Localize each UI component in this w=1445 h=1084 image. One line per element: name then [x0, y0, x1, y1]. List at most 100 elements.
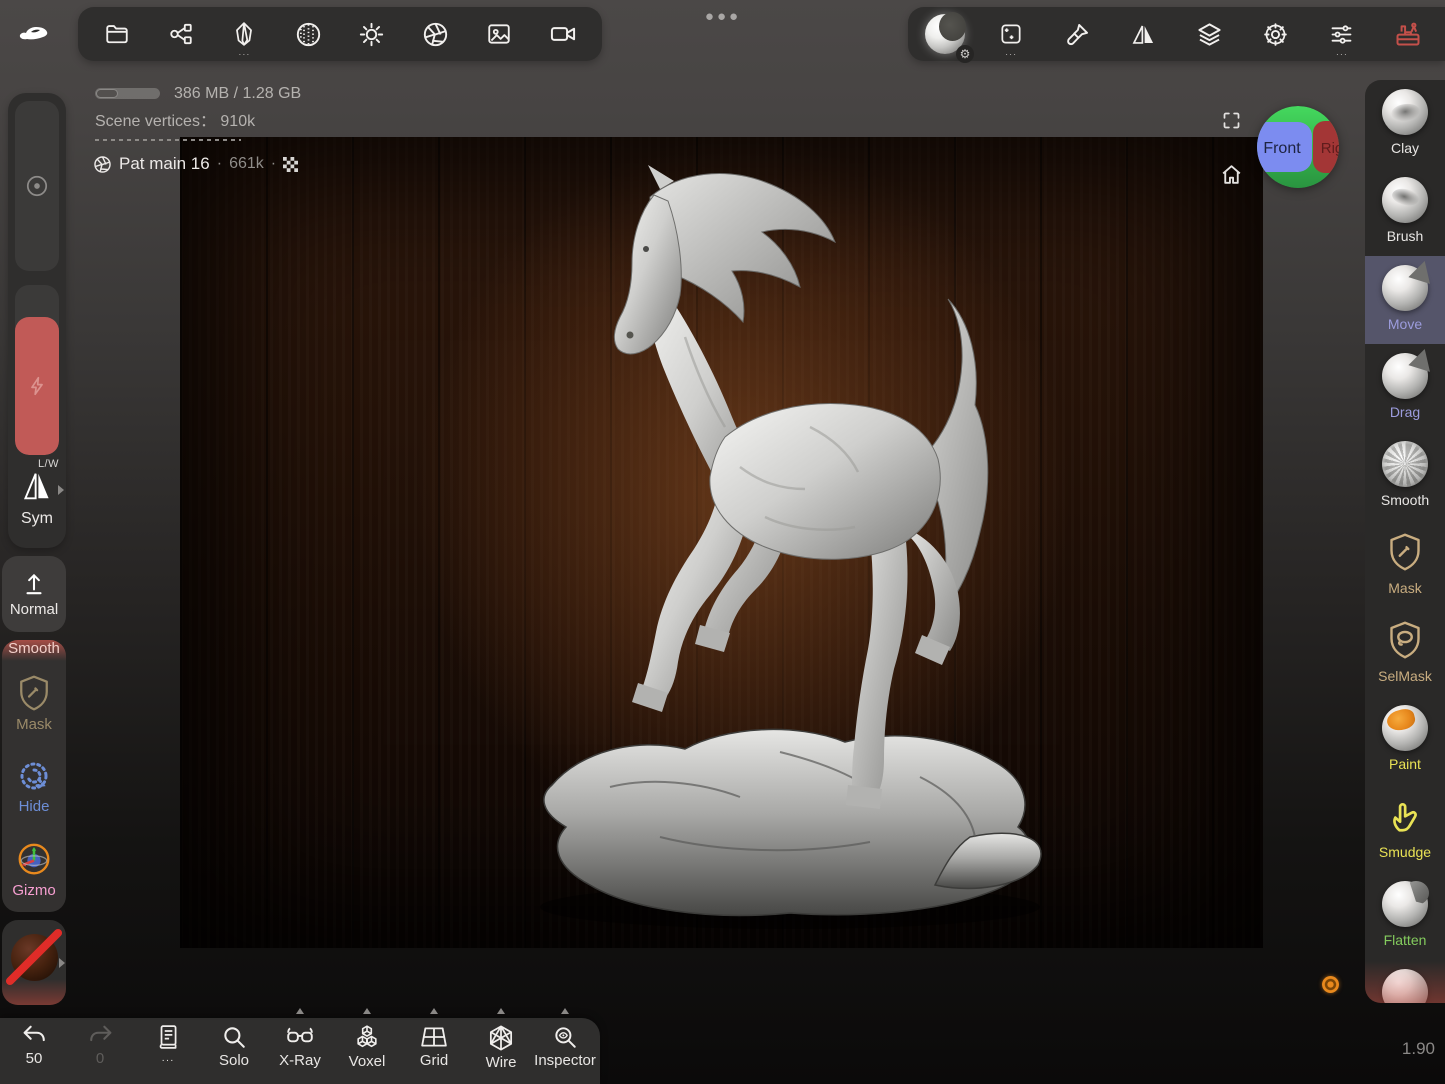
paint-tools-icon[interactable]: [1054, 11, 1100, 57]
nomad-logo-icon[interactable]: [14, 18, 56, 48]
tool-move-selected[interactable]: Move: [1365, 256, 1445, 344]
tool-next-partial[interactable]: [1365, 960, 1445, 1003]
redo-button[interactable]: 0: [72, 1024, 128, 1082]
tool-label: Drag: [1390, 404, 1420, 420]
tool-clay[interactable]: Clay: [1365, 80, 1445, 168]
settings-gear-icon[interactable]: [1253, 11, 1299, 57]
smooth-clipped-item[interactable]: Smooth: [2, 640, 66, 662]
radius-slider[interactable]: [15, 101, 59, 271]
solo-button[interactable]: Solo: [206, 1024, 262, 1082]
undo-count: 50: [26, 1051, 43, 1066]
scene-vertices-text: Scene vertices： 910k: [95, 107, 255, 131]
smooth-sphere-icon: [1382, 441, 1428, 487]
inspector-label: Inspector: [534, 1053, 596, 1068]
wire-button[interactable]: Wire: [473, 1024, 529, 1082]
intensity-slider[interactable]: [15, 285, 59, 455]
hide-flag-label: Hide: [19, 798, 50, 815]
smooth-clipped-label: Smooth: [8, 640, 60, 657]
grid-label: Grid: [420, 1053, 448, 1068]
flatten-sphere-icon: [1382, 881, 1428, 927]
wire-options-caret-icon[interactable]: [497, 1008, 505, 1014]
symmetry-label: Sym: [8, 510, 66, 528]
material-gear-badge-icon[interactable]: ⚙: [956, 45, 974, 63]
viewport-canvas[interactable]: [180, 137, 1263, 948]
home-view-icon[interactable]: [1219, 162, 1244, 192]
primitive-more-dots: ···: [238, 50, 250, 58]
toolbox-icon[interactable]: [1385, 11, 1431, 57]
gizmo-orb-icon: [15, 840, 53, 878]
active-object-row[interactable]: Pat main 16 · 661k ·: [93, 152, 298, 176]
partial-sphere-icon: [1382, 969, 1428, 1003]
interface-sliders-icon[interactable]: ···: [1319, 11, 1365, 57]
inspector-button[interactable]: Inspector: [537, 1024, 593, 1082]
move-sphere-icon: [1382, 265, 1428, 311]
radius-icon: [24, 173, 50, 199]
material-disabled-button[interactable]: [2, 920, 66, 1005]
orientation-gizmo[interactable]: Front Rig: [1256, 105, 1340, 189]
background-image-icon[interactable]: [476, 11, 522, 57]
tool-label: SelMask: [1378, 668, 1432, 684]
history-more-dots: ···: [162, 1053, 175, 1068]
header-dashed-separator: [95, 139, 241, 141]
gizmo-flag-button[interactable]: Gizmo: [2, 828, 66, 911]
horse-sculpture-model[interactable]: [180, 137, 1263, 948]
clay-sphere-icon: [1382, 89, 1428, 135]
object-name: Pat main 16: [119, 154, 210, 174]
mirror-symmetry-icon[interactable]: [1120, 11, 1166, 57]
undo-button[interactable]: 50: [6, 1024, 62, 1082]
xray-options-caret-icon[interactable]: [296, 1008, 304, 1014]
selmask-shield-icon: [1387, 617, 1423, 663]
tool-label: Smooth: [1381, 492, 1429, 508]
grid-button[interactable]: Grid: [406, 1024, 462, 1082]
xray-button[interactable]: X-Ray: [272, 1024, 328, 1082]
lighting-sun-icon[interactable]: [349, 11, 395, 57]
active-material-sphere[interactable]: ⚙: [922, 11, 968, 57]
stroke-mode-button[interactable]: Normal: [2, 556, 66, 632]
fullscreen-icon[interactable]: [1221, 110, 1242, 136]
intensity-bolt-icon: [26, 373, 48, 399]
tool-label: Clay: [1391, 140, 1419, 156]
history-notes-button[interactable]: ···: [140, 1024, 196, 1082]
hide-flag-button[interactable]: Hide: [2, 745, 66, 828]
tool-selmask[interactable]: SelMask: [1365, 608, 1445, 696]
symmetry-icon: [20, 471, 54, 501]
gizmo-flag-label: Gizmo: [12, 882, 55, 899]
tool-label: Paint: [1389, 756, 1421, 772]
tool-mask[interactable]: Mask: [1365, 520, 1445, 608]
xray-label: X-Ray: [279, 1053, 321, 1068]
voxel-button[interactable]: Voxel: [339, 1024, 395, 1082]
postprocess-aperture-icon[interactable]: [413, 11, 459, 57]
gizmo-front-label: Front: [1263, 140, 1301, 157]
texture-checker-icon: [283, 157, 298, 172]
tool-smudge[interactable]: Smudge: [1365, 784, 1445, 872]
window-handle-dots[interactable]: ●●●: [700, 8, 746, 25]
tool-flatten[interactable]: Flatten: [1365, 872, 1445, 960]
layers-icon[interactable]: [1187, 11, 1233, 57]
symmetry-mode: L/W: [38, 458, 59, 470]
scene-vertices-label: Scene vertices：: [95, 113, 216, 130]
scene-graph-icon[interactable]: [158, 11, 204, 57]
primitive-lathe-icon[interactable]: ···: [221, 11, 267, 57]
mask-flag-button[interactable]: Mask: [2, 662, 66, 745]
tool-paint[interactable]: Paint: [1365, 696, 1445, 784]
sliders-more-dots: ···: [1336, 50, 1348, 58]
stroke-settings-icon[interactable]: ···: [988, 11, 1034, 57]
tool-smooth[interactable]: Smooth: [1365, 432, 1445, 520]
object-sphere-icon: [93, 155, 112, 174]
grid-options-caret-icon[interactable]: [430, 1008, 438, 1014]
hide-dotted-icon: [16, 758, 52, 794]
voxel-label: Voxel: [349, 1054, 386, 1069]
inspector-options-caret-icon[interactable]: [561, 1008, 569, 1014]
tool-brush[interactable]: Brush: [1365, 168, 1445, 256]
memory-usage-bar: [95, 88, 160, 99]
recording-target-icon[interactable]: [1322, 976, 1339, 993]
tool-drag[interactable]: Drag: [1365, 344, 1445, 432]
memory-usage-fill: [96, 89, 118, 98]
material-dotted-sphere-icon[interactable]: [285, 11, 331, 57]
files-icon[interactable]: [94, 11, 140, 57]
tool-label: Smudge: [1379, 844, 1431, 860]
voxel-options-caret-icon[interactable]: [363, 1008, 371, 1014]
symmetry-button[interactable]: L/W Sym: [8, 455, 66, 548]
camera-video-icon[interactable]: [540, 11, 586, 57]
stroke-more-dots: ···: [1005, 50, 1017, 58]
